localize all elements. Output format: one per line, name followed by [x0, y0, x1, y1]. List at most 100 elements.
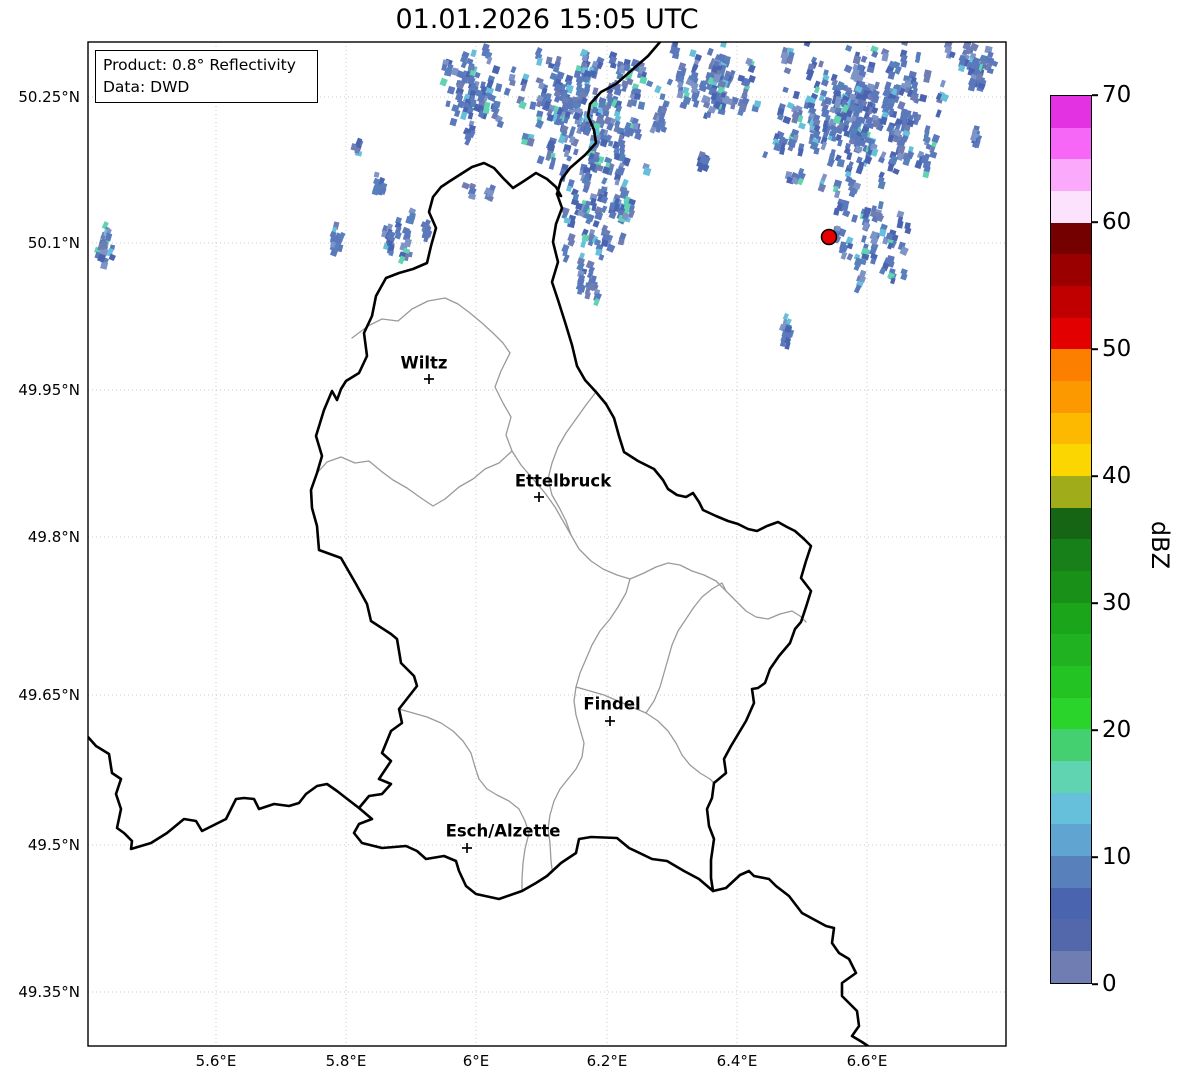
y-tick-label: 49.95°N	[18, 381, 80, 399]
colorbar-tick-label: 10	[1102, 844, 1132, 870]
y-tick-label: 49.5°N	[27, 836, 80, 854]
colorbar-segment	[1051, 222, 1091, 255]
country-border	[459, 161, 563, 198]
colorbar-tick-label: 40	[1102, 463, 1132, 489]
colorbar-tickmark	[1092, 94, 1098, 96]
colorbar-tick-label: 70	[1102, 82, 1132, 108]
city-label: Ettelbruck	[514, 471, 612, 491]
colorbar-tick-label: 30	[1102, 590, 1132, 616]
colorbar-tickmark	[1092, 983, 1098, 985]
city-markers	[424, 374, 615, 853]
colorbar-segment	[1051, 539, 1091, 572]
colorbar-tick-label: 50	[1102, 336, 1132, 362]
colorbar-tick-label: 60	[1102, 209, 1132, 235]
colorbar-segment	[1051, 286, 1091, 318]
gridlines	[88, 42, 1006, 1046]
product-label: Product: 0.8° Reflectivity	[103, 56, 296, 74]
city-label: Wiltz	[400, 353, 448, 373]
y-tick-label: 49.65°N	[18, 686, 80, 704]
colorbar-tickmark	[1092, 475, 1098, 477]
colorbar-tick-label: 0	[1102, 971, 1117, 997]
city-marker-cross	[605, 716, 615, 726]
radar-echo-cluster	[666, 42, 762, 120]
district-border	[645, 582, 727, 714]
data-source-label: Data: DWD	[103, 78, 190, 96]
y-tick-label: 50.25°N	[18, 88, 80, 106]
colorbar-segment	[1051, 507, 1091, 540]
colorbar-segment	[1051, 761, 1091, 793]
colorbar-tickmark	[1092, 348, 1098, 350]
colorbar-tickmark	[1092, 729, 1098, 731]
map-canvas	[87, 41, 1007, 1047]
y-tick-label: 49.35°N	[18, 983, 80, 1001]
city-label: Findel	[583, 694, 641, 714]
radar-echo-cluster	[970, 125, 983, 149]
colorbar-segment	[1051, 349, 1091, 382]
x-tick-label: 6.4°E	[716, 1052, 758, 1070]
x-tick-label: 6.2°E	[586, 1052, 628, 1070]
borders	[88, 42, 870, 1046]
radar-site-dot	[820, 228, 838, 246]
colorbar-segment	[1051, 602, 1091, 635]
colorbar-segment	[1051, 856, 1091, 888]
radar-echo-cluster	[649, 85, 670, 134]
radar-echo-cluster	[827, 179, 912, 294]
country-border	[88, 735, 361, 851]
radar-figure: 01.01.2026 15:05 UTC Product: 0.8° Refle…	[0, 0, 1184, 1081]
radar-echo-cluster	[329, 221, 346, 257]
y-tick-label: 49.8°N	[27, 528, 80, 546]
radar-echo-cluster	[350, 137, 364, 157]
colorbar-tickmark	[1092, 221, 1098, 223]
x-tick-label: 5.6°E	[195, 1052, 237, 1070]
district-border	[351, 297, 511, 354]
colorbar-segment	[1051, 634, 1091, 667]
colorbar	[1050, 95, 1092, 984]
city-marker-cross	[462, 843, 472, 853]
colorbar-segment	[1051, 571, 1091, 603]
colorbar-segment	[1051, 824, 1091, 857]
colorbar-unit-label: dBZ	[1146, 520, 1174, 570]
colorbar-segment	[1051, 254, 1091, 287]
radar-echo-cluster	[371, 171, 388, 196]
colorbar-segment	[1051, 919, 1091, 952]
colorbar-segment	[1051, 951, 1091, 983]
colorbar-segment	[1051, 412, 1091, 445]
city-marker-cross	[424, 374, 434, 384]
colorbar-segment	[1051, 887, 1091, 920]
district-border	[398, 708, 530, 891]
colorbar-segment	[1051, 96, 1091, 128]
district-border	[494, 352, 631, 580]
colorbar-segment	[1051, 159, 1091, 192]
radar-echo-cluster	[94, 221, 116, 270]
radar-echo-cluster	[948, 42, 999, 92]
colorbar-tickmark	[1092, 602, 1098, 604]
colorbar-segment	[1051, 729, 1091, 762]
radar-echo-cluster	[439, 43, 517, 146]
y-tick-label: 50.1°N	[27, 234, 80, 252]
colorbar-segment	[1051, 127, 1091, 160]
colorbar-segment	[1051, 476, 1091, 508]
product-info-box: Product: 0.8° Reflectivity Data: DWD	[95, 50, 318, 103]
radar-echo-cluster	[762, 42, 953, 198]
radar-echo-cluster	[483, 184, 496, 203]
radar-echo-cluster	[778, 312, 795, 350]
colorbar-segment	[1051, 792, 1091, 825]
radar-echo-cluster	[696, 151, 711, 173]
colorbar-segment	[1051, 191, 1091, 223]
axes-spine	[87, 41, 1007, 1047]
x-tick-label: 5.8°E	[325, 1052, 367, 1070]
radar-echo-cluster	[461, 181, 477, 201]
colorbar-tick-label: 20	[1102, 717, 1132, 743]
colorbar-segment	[1051, 381, 1091, 413]
colorbar-segment	[1051, 666, 1091, 698]
x-tick-label: 6°E	[462, 1052, 490, 1070]
colorbar-segment	[1051, 697, 1091, 730]
radar-echo-cluster	[420, 219, 433, 243]
radar-echo-cluster	[381, 207, 417, 265]
city-marker-cross	[534, 492, 544, 502]
colorbar-tickmark	[1092, 856, 1098, 858]
colorbar-segment	[1051, 444, 1091, 477]
district-border	[629, 562, 807, 623]
district-border	[547, 391, 597, 536]
city-label: Esch/Alzette	[445, 821, 561, 841]
